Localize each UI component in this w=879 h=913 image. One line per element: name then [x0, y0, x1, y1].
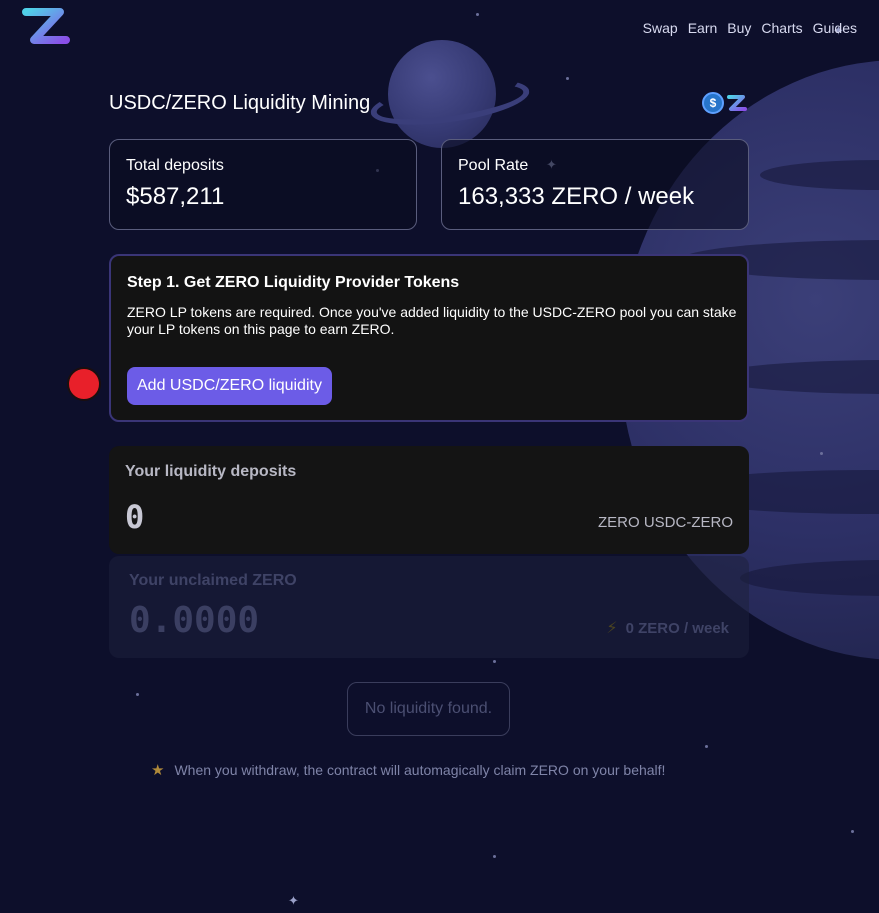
deposits-unit: ZERO USDC-ZERO: [598, 514, 733, 531]
footer-note: ★ When you withdraw, the contract will a…: [151, 761, 665, 779]
zero-logo-icon[interactable]: [22, 4, 70, 50]
nav-charts[interactable]: Charts: [761, 20, 802, 36]
nav-guides[interactable]: Guides: [813, 20, 857, 36]
top-nav: Swap Earn Buy Charts Guides: [643, 20, 857, 36]
usdc-token-icon: $: [702, 92, 724, 114]
total-deposits-label: Total deposits: [126, 157, 224, 174]
pool-rate-value: 163,333 ZERO / week: [458, 183, 695, 210]
step-card: Step 1. Get ZERO Liquidity Provider Toke…: [109, 254, 749, 422]
star-icon: ★: [151, 762, 165, 779]
total-deposits-card: Total deposits $587,211: [109, 139, 417, 230]
nav-buy[interactable]: Buy: [727, 20, 751, 36]
pool-rate-label: Pool Rate: [458, 157, 529, 174]
reward-rate: ⚡ 0 ZERO / week: [606, 618, 729, 638]
step-description: ZERO LP tokens are required. Once you've…: [127, 304, 737, 337]
reward-rate-text: 0 ZERO / week: [625, 619, 729, 637]
page-title: USDC/ZERO Liquidity Mining: [109, 92, 371, 114]
total-deposits-value: $587,211: [126, 183, 225, 210]
liquidity-deposits-card: Your liquidity deposits 0 ZERO USDC-ZERO: [109, 446, 749, 554]
token-pair-icons: $: [702, 92, 748, 114]
deposits-label: Your liquidity deposits: [125, 463, 297, 480]
lightning-icon: ⚡: [606, 620, 618, 637]
deposits-value: 0: [125, 498, 145, 536]
unclaimed-label: Your unclaimed ZERO: [129, 572, 297, 589]
nav-earn[interactable]: Earn: [688, 20, 718, 36]
zero-token-icon: [727, 95, 747, 111]
nav-swap[interactable]: Swap: [643, 20, 678, 36]
no-liquidity-status: No liquidity found.: [347, 682, 510, 736]
add-liquidity-button[interactable]: Add USDC/ZERO liquidity: [127, 367, 332, 405]
footer-text: When you withdraw, the contract will aut…: [174, 762, 666, 778]
pool-rate-card: Pool Rate 163,333 ZERO / week: [441, 139, 749, 230]
unclaimed-value: 0.0000: [129, 600, 260, 641]
unclaimed-card: Your unclaimed ZERO 0.0000 ⚡ 0 ZERO / we…: [109, 556, 749, 658]
click-indicator: [67, 367, 101, 401]
step-title: Step 1. Get ZERO Liquidity Provider Toke…: [127, 274, 460, 291]
